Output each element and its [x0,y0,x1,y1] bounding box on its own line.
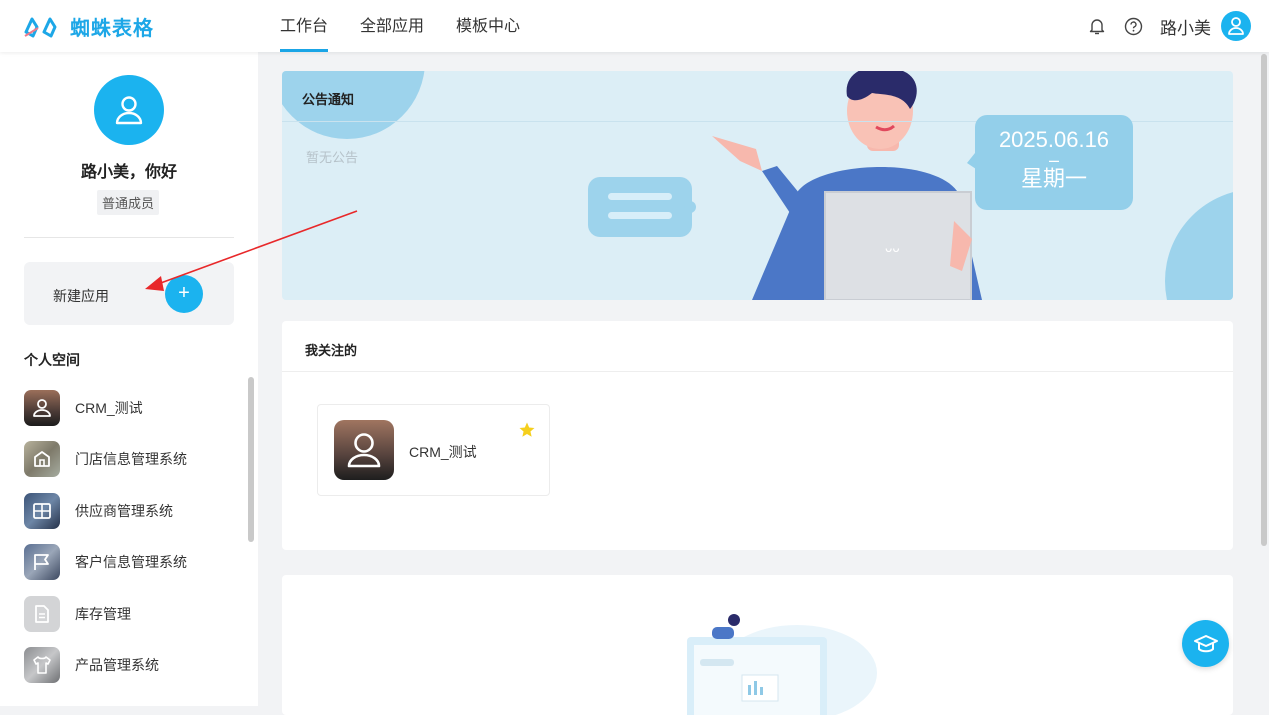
store-icon [24,441,60,478]
sidebar-app-product[interactable]: 产品管理系统 [24,640,239,692]
weekday-text: 星期一 [1020,166,1087,191]
nav-tab-all-apps[interactable]: 全部应用 [360,0,424,52]
bottom-card [282,575,1233,715]
announcement-banner: ᴗᴗ 公告通知 暂无公告 2025.06.16 – 星期一 [282,71,1233,300]
new-app-label: 新建应用 [53,288,109,304]
new-app-button[interactable]: 新建应用 + [24,262,234,325]
no-announcement-text: 暂无公告 [306,150,359,165]
logo[interactable]: 蜘蛛表格 [22,12,154,41]
header-username[interactable]: 路小美 [1160,14,1211,39]
spider-logo-icon [24,17,57,37]
nav-tab-workbench[interactable]: 工作台 [280,0,329,52]
sidebar-app-customer[interactable]: 客户信息管理系统 [24,537,239,589]
sidebar-app-name: 库存管理 [75,605,131,622]
sidebar-app-inventory[interactable]: 库存管理 [24,588,239,640]
following-title: 我关注的 [305,343,358,358]
sidebar-app-store-info[interactable]: 门店信息管理系统 [24,434,239,486]
empty-illustration [687,614,877,715]
followed-app-card[interactable]: CRM_测试 [317,404,550,496]
user-icon [24,389,60,426]
main-scrollbar[interactable] [1259,52,1269,706]
followed-app-name: CRM_测试 [409,444,477,460]
header-actions: 路小美 [1072,11,1251,41]
profile-avatar[interactable] [94,75,164,145]
brand-name: 蜘蛛表格 [70,18,154,40]
bell-icon[interactable] [1086,15,1108,37]
svg-text:ᴗᴗ: ᴗᴗ [885,241,900,255]
sidebar-scrollbar[interactable] [248,377,254,542]
user-icon [115,96,143,125]
role-badge: 普通成员 [97,190,160,215]
sidebar-app-crm[interactable]: CRM_测试 [24,382,239,434]
main-nav: 工作台 全部应用 模板中心 [280,0,552,52]
header-avatar[interactable] [1221,11,1251,41]
user-icon [1228,17,1244,35]
sidebar-app-name: CRM_测试 [75,399,143,416]
top-bar: 蜘蛛表格 工作台 全部应用 模板中心 路小美 [0,0,1269,52]
following-divider [282,371,1233,372]
nav-tab-template-center[interactable]: 模板中心 [456,0,520,52]
graduation-cap-icon [1193,634,1218,652]
tutorial-button[interactable] [1182,620,1229,667]
announcement-title: 公告通知 [302,92,355,107]
sidebar-app-supplier[interactable]: 供应商管理系统 [24,485,239,537]
help-icon[interactable] [1122,15,1144,37]
greeting: 路小美，你好 [80,164,177,181]
date-display: 2025.06.16 – 星期一 [975,115,1133,210]
scrollbar-thumb[interactable] [1261,54,1267,546]
flag-icon [24,544,60,581]
following-card: 我关注的 CRM_测试 [282,321,1233,550]
app-list: CRM_测试 门店信息管理系统 供应商管理系统 客户信息管理系统 库存管理 产品… [24,382,239,691]
sidebar-app-name: 门店信息管理系统 [75,451,187,468]
divider [24,237,234,238]
sidebar-app-name: 产品管理系统 [75,657,159,674]
sidebar-app-name: 供应商管理系统 [75,502,173,519]
sidebar: 路小美，你好 普通成员 新建应用 + 个人空间 CRM_测试 门店信息管理系统 … [0,52,258,706]
document-icon [24,595,60,632]
grid-icon [24,492,60,529]
date-separator: – [1048,150,1059,170]
personal-space-title: 个人空间 [24,352,80,368]
user-icon [334,420,394,480]
shirt-icon [24,647,60,684]
plus-icon[interactable]: + [165,275,203,313]
star-icon[interactable] [518,421,536,439]
sidebar-app-name: 客户信息管理系统 [75,554,187,571]
